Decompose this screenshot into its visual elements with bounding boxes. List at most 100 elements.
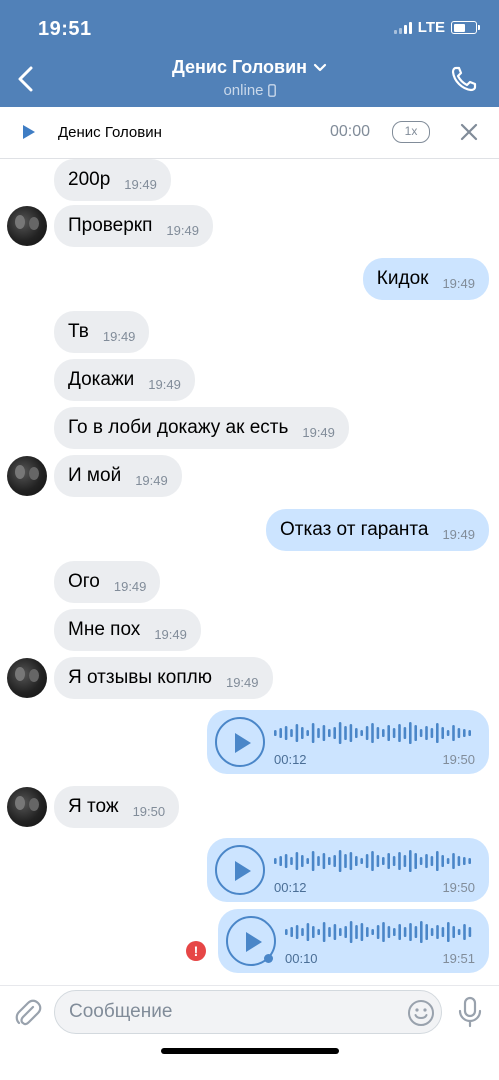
waveform-bar: [301, 727, 304, 739]
avatar[interactable]: [7, 658, 47, 698]
waveform-bar: [333, 855, 336, 867]
waveform-bar: [365, 854, 369, 868]
waveform-bar: [366, 927, 369, 937]
voice-play-button[interactable]: [215, 845, 265, 895]
battery-icon: [451, 21, 480, 34]
waveform-bar: [382, 922, 385, 942]
waveform-bar: [393, 928, 396, 936]
waveform-bar: [409, 722, 412, 744]
waveform: [274, 722, 471, 744]
emoji-button[interactable]: [407, 999, 435, 1027]
message-bubble[interactable]: Ого 19:49: [54, 561, 161, 603]
message-text: И мой: [68, 465, 122, 486]
message-bubble[interactable]: Кидок 19:49: [362, 258, 489, 300]
waveform-bar: [441, 927, 445, 937]
waveform: [274, 850, 471, 872]
waveform-bar: [295, 925, 299, 939]
waveform-bar: [306, 730, 309, 736]
waveform-bar: [306, 858, 309, 864]
waveform-bar: [360, 858, 363, 864]
online-label: online: [223, 82, 264, 99]
emoji-icon: [408, 1000, 434, 1026]
waveform-bar: [376, 925, 380, 939]
waveform-bar: [311, 723, 315, 743]
waveform-bar: [419, 729, 423, 737]
waveform-bar: [317, 728, 320, 738]
message-bubble[interactable]: Проверкп 19:49: [54, 205, 213, 247]
waveform-bar: [452, 926, 455, 938]
waveform-bar: [312, 926, 315, 938]
waveform-bar: [447, 922, 450, 942]
waveform-bar: [414, 725, 417, 741]
message-bubble[interactable]: Го в лоби докажу ак есть 19:49: [54, 407, 349, 449]
message-time: 19:49: [225, 675, 259, 690]
message-list[interactable]: 200р 19:49 Проверкп 19:49 Кидок 19:49 Тв…: [0, 159, 499, 985]
waveform-bar: [355, 728, 358, 738]
message-bubble[interactable]: Я отзывы коплю 19:49: [54, 657, 273, 699]
voice-record-button[interactable]: [457, 996, 483, 1028]
message-text: Отказ от гаранта: [280, 519, 429, 540]
waveform-bar: [349, 921, 353, 943]
message-input[interactable]: [69, 991, 399, 1033]
phone-icon: [451, 66, 477, 92]
waveform-bar: [285, 929, 288, 935]
waveform-bar: [441, 727, 444, 739]
message-composer: [0, 985, 499, 1080]
online-status: online: [0, 82, 499, 99]
message-text: Я отзывы коплю: [68, 667, 212, 688]
waveform-bar: [387, 853, 390, 869]
message-text: Докажи: [68, 369, 135, 390]
voice-duration: 00:12: [274, 880, 307, 895]
waveform-bar: [274, 858, 277, 864]
waveform-bar: [279, 728, 282, 738]
message-text: Ого: [68, 571, 100, 592]
waveform-bar: [274, 730, 277, 736]
voice-duration: 00:10: [285, 951, 318, 966]
voice-message[interactable]: 00:12 19:50: [207, 710, 489, 774]
message-text: Го в лоби докажу ак есть: [68, 417, 289, 438]
player-speed-button[interactable]: 1x: [392, 121, 430, 143]
waveform-bar: [387, 725, 390, 741]
message-time: 19:50: [132, 804, 166, 819]
waveform-bar: [360, 923, 364, 941]
voice-play-button[interactable]: [215, 717, 265, 767]
avatar[interactable]: [7, 787, 47, 827]
message-bubble[interactable]: Отказ от гаранта 19:49: [266, 509, 489, 551]
message-bubble[interactable]: Я тож 19:50: [54, 786, 180, 828]
attach-button[interactable]: [14, 998, 42, 1028]
message-time: 19:51: [442, 951, 475, 966]
avatar[interactable]: [7, 206, 47, 246]
message-bubble[interactable]: 200р 19:49: [54, 159, 171, 201]
waveform-bar: [322, 922, 326, 942]
waveform-bar: [355, 856, 358, 866]
waveform-bar: [290, 729, 293, 737]
send-error-icon[interactable]: !: [186, 941, 206, 961]
header-title-area: Денис Головин online: [0, 57, 499, 99]
voice-message[interactable]: 00:12 19:50: [207, 838, 489, 902]
message-text: Мне пох: [68, 619, 141, 640]
waveform-bar: [344, 926, 347, 938]
message-bubble[interactable]: Мне пох 19:49: [54, 609, 201, 651]
message-bubble[interactable]: Докажи 19:49: [54, 359, 195, 401]
chat-title-button[interactable]: Денис Головин: [172, 57, 327, 78]
waveform-bar: [338, 722, 342, 744]
microphone-icon: [458, 996, 482, 1028]
waveform-bar: [333, 727, 336, 739]
waveform-bar: [328, 857, 331, 865]
home-indicator: [161, 1048, 339, 1054]
waveform-bar: [382, 857, 385, 865]
message-bubble[interactable]: Тв 19:49: [54, 311, 150, 353]
waveform-bar: [409, 923, 412, 941]
player-play-button[interactable]: [22, 124, 36, 145]
waveform-bar: [463, 924, 466, 940]
message-time: 19:49: [113, 579, 147, 594]
waveform-bar: [382, 729, 385, 737]
avatar[interactable]: [7, 456, 47, 496]
waveform: [285, 921, 472, 943]
waveform-bar: [279, 856, 282, 866]
voice-message[interactable]: 00:10 19:51: [218, 909, 489, 973]
player-close-button[interactable]: [459, 122, 479, 142]
message-bubble[interactable]: И мой 19:49: [54, 455, 182, 497]
call-button[interactable]: [449, 64, 479, 94]
waveform-bar: [436, 851, 439, 871]
